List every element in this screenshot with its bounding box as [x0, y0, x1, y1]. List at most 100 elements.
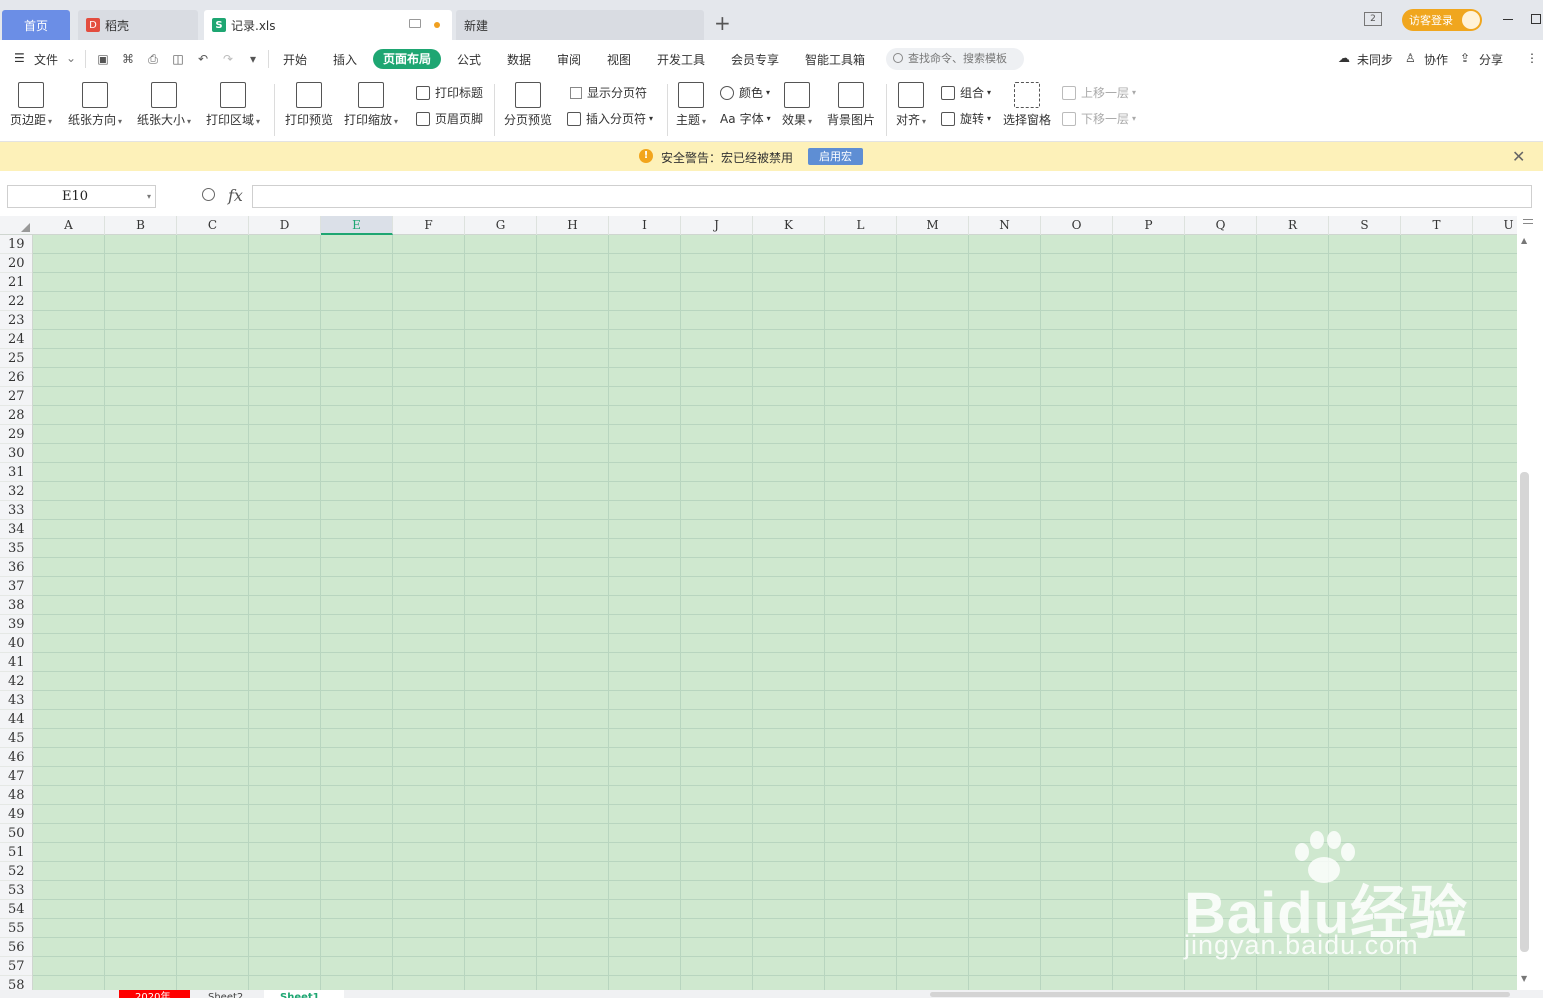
- row-header[interactable]: 27: [0, 387, 32, 406]
- redo-icon[interactable]: ↷: [221, 52, 235, 66]
- insert-page-break-button[interactable]: 插入分页符 ▾: [567, 110, 653, 127]
- row-header[interactable]: 28: [0, 406, 32, 425]
- formula-input[interactable]: [252, 185, 1532, 208]
- maximize-button[interactable]: [1531, 14, 1541, 24]
- menu-review[interactable]: 审阅: [557, 51, 581, 68]
- column-header[interactable]: M: [897, 216, 969, 235]
- row-header[interactable]: 57: [0, 957, 32, 976]
- align-button[interactable]: 对齐 ▾: [896, 82, 926, 128]
- column-header[interactable]: J: [681, 216, 753, 235]
- row-header[interactable]: 49: [0, 805, 32, 824]
- column-header[interactable]: A: [33, 216, 105, 235]
- paper-size-button[interactable]: 纸张大小 ▾: [137, 82, 191, 128]
- row-header[interactable]: 35: [0, 539, 32, 558]
- row-header[interactable]: 40: [0, 634, 32, 653]
- colors-button[interactable]: 颜色 ▾: [720, 84, 770, 101]
- print-icon[interactable]: ⎙: [146, 52, 160, 66]
- menu-formulas[interactable]: 公式: [457, 51, 481, 68]
- horizontal-scrollbar[interactable]: [930, 992, 1510, 997]
- menu-file[interactable]: 文件: [34, 51, 58, 68]
- menu-smart-tools[interactable]: 智能工具箱: [805, 51, 865, 68]
- row-header[interactable]: 31: [0, 463, 32, 482]
- undo-icon[interactable]: ↶: [196, 52, 210, 66]
- row-header[interactable]: 44: [0, 710, 32, 729]
- cell-grid[interactable]: [33, 235, 1517, 990]
- scroll-up-icon[interactable]: ▲: [1521, 236, 1527, 245]
- row-header[interactable]: 32: [0, 482, 32, 501]
- margins-button[interactable]: 页边距 ▾: [10, 82, 52, 128]
- column-header[interactable]: D: [249, 216, 321, 235]
- rotate-button[interactable]: 旋转 ▾: [941, 110, 991, 127]
- row-header[interactable]: 46: [0, 748, 32, 767]
- row-header[interactable]: 25: [0, 349, 32, 368]
- row-header[interactable]: 36: [0, 558, 32, 577]
- menu-page-layout[interactable]: 页面布局: [373, 49, 441, 69]
- menu-insert[interactable]: 插入: [333, 51, 357, 68]
- split-handle-icon[interactable]: [1523, 219, 1533, 224]
- name-box[interactable]: E10 ▾: [7, 185, 156, 208]
- row-header[interactable]: 39: [0, 615, 32, 634]
- column-header[interactable]: T: [1401, 216, 1473, 235]
- row-header[interactable]: 58: [0, 976, 32, 990]
- column-header[interactable]: K: [753, 216, 825, 235]
- row-header[interactable]: 41: [0, 653, 32, 672]
- tab-home[interactable]: 首页: [2, 10, 70, 40]
- row-header[interactable]: 55: [0, 919, 32, 938]
- tab-file[interactable]: S 记录.xls: [204, 10, 452, 40]
- scroll-down-icon[interactable]: ▼: [1521, 974, 1527, 983]
- save-icon[interactable]: ▣: [96, 52, 110, 66]
- column-header[interactable]: O: [1041, 216, 1113, 235]
- column-header[interactable]: S: [1329, 216, 1401, 235]
- menu-home[interactable]: 开始: [283, 51, 307, 68]
- print-preview-icon[interactable]: ◫: [171, 52, 185, 66]
- row-header[interactable]: 26: [0, 368, 32, 387]
- send-backward-button[interactable]: 下移一层 ▾: [1062, 110, 1136, 127]
- menu-data[interactable]: 数据: [507, 51, 531, 68]
- minimize-button[interactable]: [1503, 19, 1513, 20]
- chevron-down-icon[interactable]: ▾: [147, 186, 151, 207]
- row-header[interactable]: 34: [0, 520, 32, 539]
- column-header[interactable]: R: [1257, 216, 1329, 235]
- row-header[interactable]: 50: [0, 824, 32, 843]
- column-header[interactable]: F: [393, 216, 465, 235]
- tab-daoke[interactable]: D 稻壳: [78, 10, 198, 40]
- column-header[interactable]: N: [969, 216, 1041, 235]
- share-button[interactable]: 分享: [1479, 51, 1503, 68]
- background-button[interactable]: 背景图片: [827, 82, 875, 128]
- enable-macros-button[interactable]: 启用宏: [808, 148, 863, 165]
- print-area-button[interactable]: 打印区域 ▾: [206, 82, 260, 128]
- menu-developer[interactable]: 开发工具: [657, 51, 705, 68]
- row-header[interactable]: 23: [0, 311, 32, 330]
- row-header[interactable]: 24: [0, 330, 32, 349]
- row-header[interactable]: 19: [0, 235, 32, 254]
- theme-button[interactable]: 主题 ▾: [676, 82, 706, 128]
- more-icon[interactable]: ▾: [246, 52, 260, 66]
- sync-status[interactable]: 未同步: [1357, 51, 1393, 68]
- close-icon[interactable]: ✕: [1512, 147, 1525, 166]
- effects-button[interactable]: 效果 ▾: [782, 82, 812, 128]
- collaborate-button[interactable]: 协作: [1424, 51, 1448, 68]
- zoom-icon[interactable]: [202, 188, 215, 201]
- tab-new[interactable]: 新建: [456, 10, 704, 40]
- row-header[interactable]: 21: [0, 273, 32, 292]
- menu-view[interactable]: 视图: [607, 51, 631, 68]
- row-header[interactable]: 30: [0, 444, 32, 463]
- row-header[interactable]: 47: [0, 767, 32, 786]
- select-all-corner[interactable]: [0, 216, 33, 235]
- chevron-down-icon[interactable]: ⌄: [66, 51, 76, 65]
- row-header[interactable]: 29: [0, 425, 32, 444]
- show-page-breaks-checkbox[interactable]: 显示分页符: [570, 84, 647, 101]
- command-search-input[interactable]: 查找命令、搜索模板: [886, 48, 1024, 70]
- more-menu-icon[interactable]: ⋮: [1526, 51, 1538, 65]
- row-header[interactable]: 52: [0, 862, 32, 881]
- scroll-thumb[interactable]: [1520, 472, 1529, 952]
- print-titles-button[interactable]: 打印标题: [416, 84, 483, 101]
- row-header[interactable]: 33: [0, 501, 32, 520]
- row-header[interactable]: 53: [0, 881, 32, 900]
- row-header[interactable]: 56: [0, 938, 32, 957]
- group-button[interactable]: 组合 ▾: [941, 84, 991, 101]
- window-count-icon[interactable]: 2: [1364, 12, 1382, 26]
- orientation-button[interactable]: 纸张方向 ▾: [68, 82, 122, 128]
- sheet-tab-sheet1[interactable]: Sheet1: [264, 990, 344, 998]
- function-icon[interactable]: fx: [228, 186, 243, 205]
